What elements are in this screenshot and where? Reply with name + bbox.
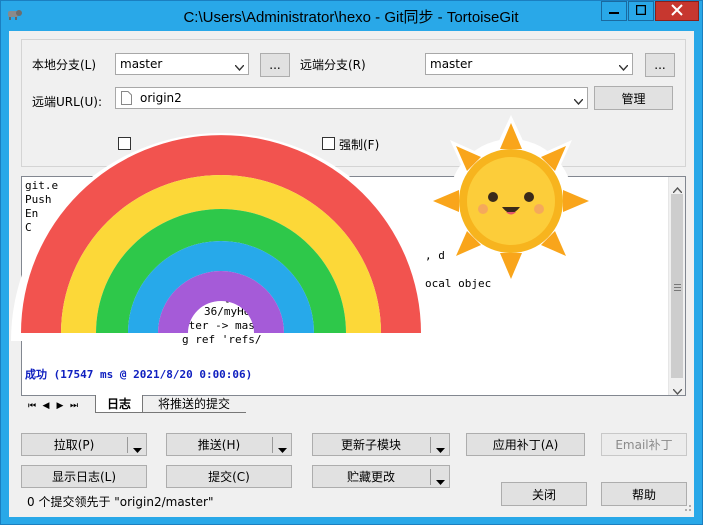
tab-prev-icon[interactable]: ◀ (39, 399, 53, 413)
local-branch-browse-button[interactable]: ... (260, 53, 290, 77)
resize-grip-icon[interactable] (682, 501, 692, 515)
hidden-option-checkbox[interactable] (118, 137, 131, 150)
grip-icon (674, 280, 681, 294)
close-icon (671, 3, 683, 19)
log-line: g ref 'refs/ (182, 333, 262, 346)
output-log[interactable]: git.e Push En C , d ocal objec om [ 36/m… (21, 176, 686, 396)
remote-branch-label: 远端分支(R) (300, 58, 366, 72)
remote-branch-value: master (430, 57, 473, 71)
tab-log[interactable]: 日志 (95, 395, 143, 413)
update-submodules-button[interactable]: 更新子模块 (312, 433, 450, 456)
log-line: , d (425, 249, 445, 262)
split-separator (272, 437, 273, 453)
log-line: ocal objec (425, 277, 492, 290)
chevron-down-icon (234, 60, 245, 74)
push-button[interactable]: 推送(H) (166, 433, 292, 456)
maximize-button[interactable] (628, 1, 654, 21)
tortoisegit-app-icon[interactable] (7, 7, 23, 23)
scroll-down-icon[interactable] (672, 384, 683, 395)
manage-remotes-button[interactable]: 管理 (594, 86, 673, 110)
local-branch-label: 本地分支(L) (32, 58, 97, 72)
window-title: C:\Users\Administrator\hexo - Git同步 - To… (183, 9, 519, 26)
apply-patch-button[interactable]: 应用补丁(A) (466, 433, 585, 456)
chevron-down-icon (618, 60, 629, 74)
remote-url-combo[interactable]: origin2 (115, 87, 588, 109)
tab-next-icon[interactable]: ▶ (53, 399, 67, 413)
log-success-line: 成功 (17547 ms @ 2021/8/20 0:00:06) (25, 368, 253, 381)
title-bar[interactable]: C:\Users\Administrator\hexo - Git同步 - To… (1, 1, 702, 29)
log-line: 36/myHexo. (204, 305, 271, 318)
minimize-button[interactable] (601, 1, 627, 21)
sync-settings-group: 本地分支(L) master ... 远端分支(R) master ... 远端… (21, 39, 686, 167)
log-line: om [ (204, 291, 231, 304)
pull-label: 拉取(P) (53, 438, 95, 452)
local-branch-combo[interactable]: master (115, 53, 249, 75)
document-icon (121, 91, 132, 108)
help-button[interactable]: 帮助 (601, 482, 687, 506)
tortoisegit-sync-window: C:\Users\Administrator\hexo - Git同步 - To… (0, 0, 703, 525)
log-line: git.e (25, 179, 59, 192)
commit-button[interactable]: 提交(C) (166, 465, 292, 488)
split-separator (430, 469, 431, 485)
split-separator (127, 437, 128, 453)
show-log-button[interactable]: 显示日志(L) (21, 465, 147, 488)
dropdown-arrow-icon[interactable] (436, 474, 445, 488)
force-label: 强制(F) (339, 138, 380, 152)
log-line: C (25, 221, 32, 234)
ahead-status-text: 0 个提交领先于 "origin2/master" (27, 495, 214, 509)
close-button[interactable]: 关闭 (501, 482, 587, 506)
tab-pending-commits[interactable]: 将推送的提交 (142, 395, 246, 413)
close-window-button[interactable] (655, 1, 699, 21)
dropdown-arrow-icon[interactable] (436, 442, 445, 456)
maximize-icon (635, 4, 647, 18)
dropdown-arrow-icon[interactable] (278, 442, 287, 456)
log-line: ster -> mast (182, 319, 262, 332)
log-line: En (25, 207, 39, 220)
update-submodules-label: 更新子模块 (340, 438, 401, 452)
dropdown-arrow-icon[interactable] (133, 442, 142, 456)
log-line: Push (25, 193, 52, 206)
stash-button[interactable]: 贮藏更改 (312, 465, 450, 488)
log-vertical-scrollbar[interactable] (668, 177, 685, 395)
remote-branch-browse-button[interactable]: ... (645, 53, 675, 77)
push-label: 推送(H) (197, 438, 241, 452)
stash-label: 贮藏更改 (346, 470, 395, 484)
split-separator (430, 437, 431, 453)
remote-url-value: origin2 (140, 91, 182, 105)
force-checkbox[interactable] (322, 137, 335, 150)
tab-last-icon[interactable]: ⏭ (67, 399, 81, 413)
tab-navigation: ⏮ ◀ ▶ ⏭ (25, 397, 81, 415)
email-patch-button[interactable]: Email补丁 (601, 433, 687, 456)
local-branch-value: master (120, 57, 163, 71)
tab-first-icon[interactable]: ⏮ (25, 399, 39, 413)
remote-url-label: 远端URL(U): (32, 95, 102, 109)
remote-branch-combo[interactable]: master (425, 53, 633, 75)
dialog-client-area: 本地分支(L) master ... 远端分支(R) master ... 远端… (9, 31, 694, 517)
minimize-icon (609, 4, 619, 18)
chevron-down-icon (573, 94, 584, 108)
pull-button[interactable]: 拉取(P) (21, 433, 147, 456)
